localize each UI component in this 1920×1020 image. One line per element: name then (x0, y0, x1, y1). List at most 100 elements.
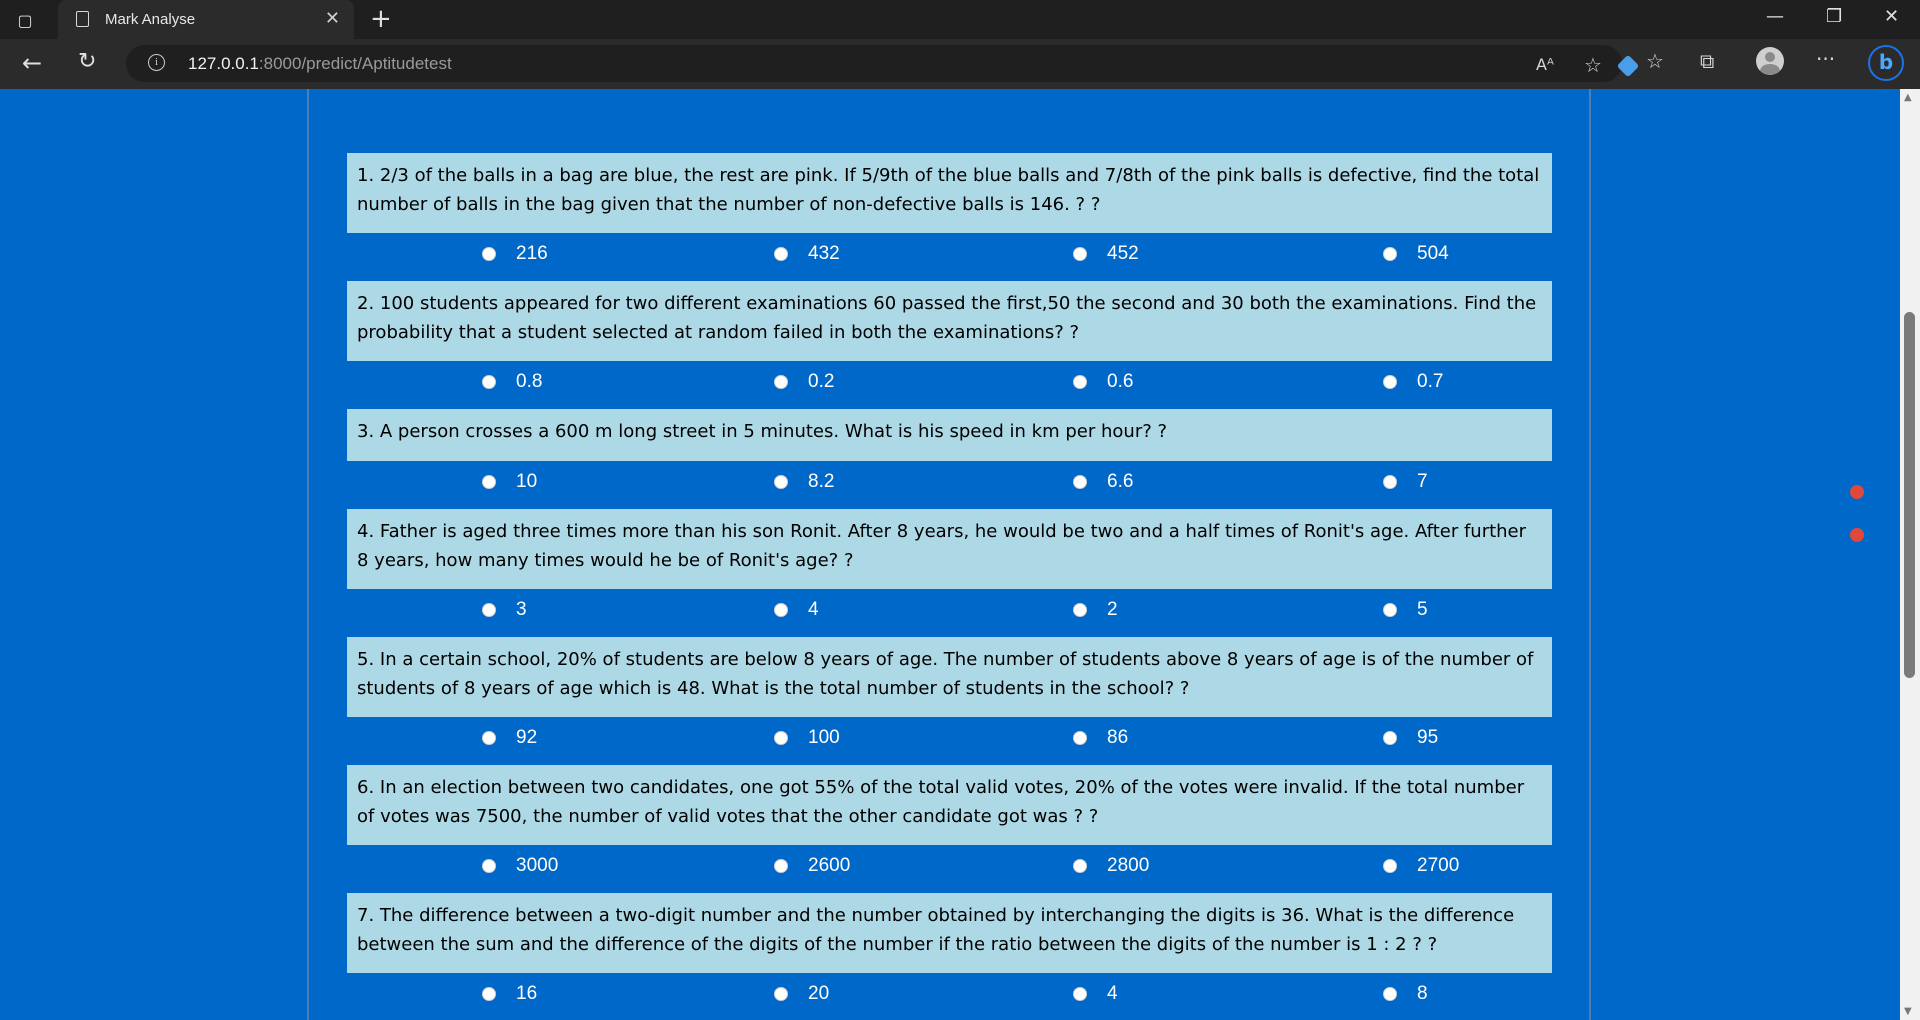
option-radio[interactable]: 7 (1383, 471, 1428, 493)
left-divider (307, 89, 309, 1020)
page-icon (76, 11, 89, 27)
indicator-dot (1850, 485, 1864, 499)
option-radio[interactable]: 16 (482, 983, 537, 1005)
quiz-form: 1. 2/3 of the balls in a bag are blue, t… (347, 153, 1552, 1020)
favorites-icon[interactable]: ☆ (1646, 49, 1664, 73)
radio-button[interactable] (1073, 987, 1087, 1001)
radio-button[interactable] (482, 247, 496, 261)
radio-button[interactable] (1073, 731, 1087, 745)
option-radio[interactable]: 8 (1383, 983, 1428, 1005)
new-tab-button[interactable]: + (370, 4, 392, 34)
option-radio[interactable]: 2700 (1383, 855, 1459, 877)
radio-button[interactable] (1383, 731, 1397, 745)
option-radio[interactable]: 86 (1073, 727, 1128, 749)
option-radio[interactable]: 100 (774, 727, 840, 749)
option-radio[interactable]: 0.7 (1383, 371, 1443, 393)
refresh-icon[interactable]: ↻ (78, 49, 96, 74)
option-radio[interactable]: 452 (1073, 243, 1139, 265)
tab-actions-icon[interactable]: ▢ (14, 9, 36, 31)
radio-button[interactable] (774, 603, 788, 617)
option-radio[interactable]: 4 (774, 599, 819, 621)
question-text: 1. 2/3 of the balls in a bag are blue, t… (347, 153, 1552, 233)
question-text: 4. Father is aged three times more than … (347, 509, 1552, 589)
radio-button[interactable] (1383, 475, 1397, 489)
option-radio[interactable]: 4 (1073, 983, 1118, 1005)
option-radio[interactable]: 2 (1073, 599, 1118, 621)
option-radio[interactable]: 0.2 (774, 371, 834, 393)
option-radio[interactable]: 20 (774, 983, 829, 1005)
option-radio[interactable]: 0.8 (482, 371, 542, 393)
radio-button[interactable] (774, 731, 788, 745)
coupon-icon[interactable] (1616, 54, 1640, 78)
options-row: 3 4 2 5 (347, 589, 1552, 637)
radio-button[interactable] (482, 731, 496, 745)
options-row: 16 20 4 8 (347, 973, 1552, 1020)
question-text: 6. In an election between two candidates… (347, 765, 1552, 845)
window-close-icon[interactable]: ✕ (1884, 6, 1899, 27)
site-info-icon[interactable]: i (148, 54, 165, 71)
options-row: 3000 2600 2800 2700 (347, 845, 1552, 893)
radio-button[interactable] (1073, 859, 1087, 873)
option-radio[interactable]: 0.6 (1073, 371, 1133, 393)
read-aloud-icon[interactable]: Aᴬ (1536, 55, 1554, 74)
add-favorite-icon[interactable]: ☆ (1584, 53, 1602, 77)
radio-button[interactable] (1383, 987, 1397, 1001)
radio-button[interactable] (482, 859, 496, 873)
option-radio[interactable]: 432 (774, 243, 840, 265)
browser-toolbar: ← ↻ i 127.0.0.1:8000/predict/Aptitudetes… (0, 39, 1920, 89)
radio-button[interactable] (1073, 603, 1087, 617)
options-row: 10 8.2 6.6 7 (347, 461, 1552, 509)
right-divider (1589, 89, 1591, 1020)
scrollbar-thumb[interactable] (1904, 312, 1915, 678)
radio-button[interactable] (774, 247, 788, 261)
restore-icon[interactable]: ❐ (1826, 6, 1842, 27)
back-icon[interactable]: ← (22, 49, 42, 77)
option-radio[interactable]: 10 (482, 471, 537, 493)
radio-button[interactable] (1073, 247, 1087, 261)
radio-button[interactable] (1073, 375, 1087, 389)
option-radio[interactable]: 2600 (774, 855, 850, 877)
indicator-dot (1850, 528, 1864, 542)
radio-button[interactable] (1383, 247, 1397, 261)
radio-button[interactable] (774, 859, 788, 873)
page-viewport: 1. 2/3 of the balls in a bag are blue, t… (0, 89, 1900, 1020)
option-radio[interactable]: 216 (482, 243, 548, 265)
address-bar[interactable]: i 127.0.0.1:8000/predict/Aptitudetest Aᴬ… (126, 45, 1640, 82)
radio-button[interactable] (774, 475, 788, 489)
option-radio[interactable]: 5 (1383, 599, 1428, 621)
options-row: 216 432 452 504 (347, 233, 1552, 281)
question-text: 2. 100 students appeared for two differe… (347, 281, 1552, 361)
scroll-down-icon[interactable]: ▼ (1904, 1006, 1912, 1017)
option-radio[interactable]: 504 (1383, 243, 1449, 265)
radio-button[interactable] (482, 603, 496, 617)
tab-title: Mark Analyse (105, 11, 196, 28)
option-radio[interactable]: 95 (1383, 727, 1438, 749)
radio-button[interactable] (774, 375, 788, 389)
radio-button[interactable] (482, 987, 496, 1001)
browser-tab[interactable]: Mark Analyse ✕ (58, 0, 354, 39)
question-text: 5. In a certain school, 20% of students … (347, 637, 1552, 717)
tab-close-icon[interactable]: ✕ (325, 8, 340, 29)
minimize-icon[interactable]: — (1766, 6, 1784, 27)
question-text: 7. The difference between a two-digit nu… (347, 893, 1552, 973)
option-radio[interactable]: 6.6 (1073, 471, 1133, 493)
scroll-up-icon[interactable]: ▲ (1904, 92, 1912, 103)
collections-icon[interactable]: ⧉ (1700, 49, 1714, 73)
radio-button[interactable] (1383, 375, 1397, 389)
profile-icon[interactable] (1756, 47, 1784, 75)
option-radio[interactable]: 3 (482, 599, 527, 621)
radio-button[interactable] (482, 475, 496, 489)
radio-button[interactable] (1073, 475, 1087, 489)
url-text[interactable]: 127.0.0.1:8000/predict/Aptitudetest (188, 54, 452, 74)
option-radio[interactable]: 3000 (482, 855, 558, 877)
option-radio[interactable]: 8.2 (774, 471, 834, 493)
radio-button[interactable] (1383, 603, 1397, 617)
option-radio[interactable]: 92 (482, 727, 537, 749)
option-radio[interactable]: 2800 (1073, 855, 1149, 877)
options-row: 0.8 0.2 0.6 0.7 (347, 361, 1552, 409)
radio-button[interactable] (482, 375, 496, 389)
radio-button[interactable] (774, 987, 788, 1001)
radio-button[interactable] (1383, 859, 1397, 873)
bing-icon[interactable]: b (1868, 45, 1904, 81)
more-icon[interactable]: ··· (1816, 47, 1835, 71)
